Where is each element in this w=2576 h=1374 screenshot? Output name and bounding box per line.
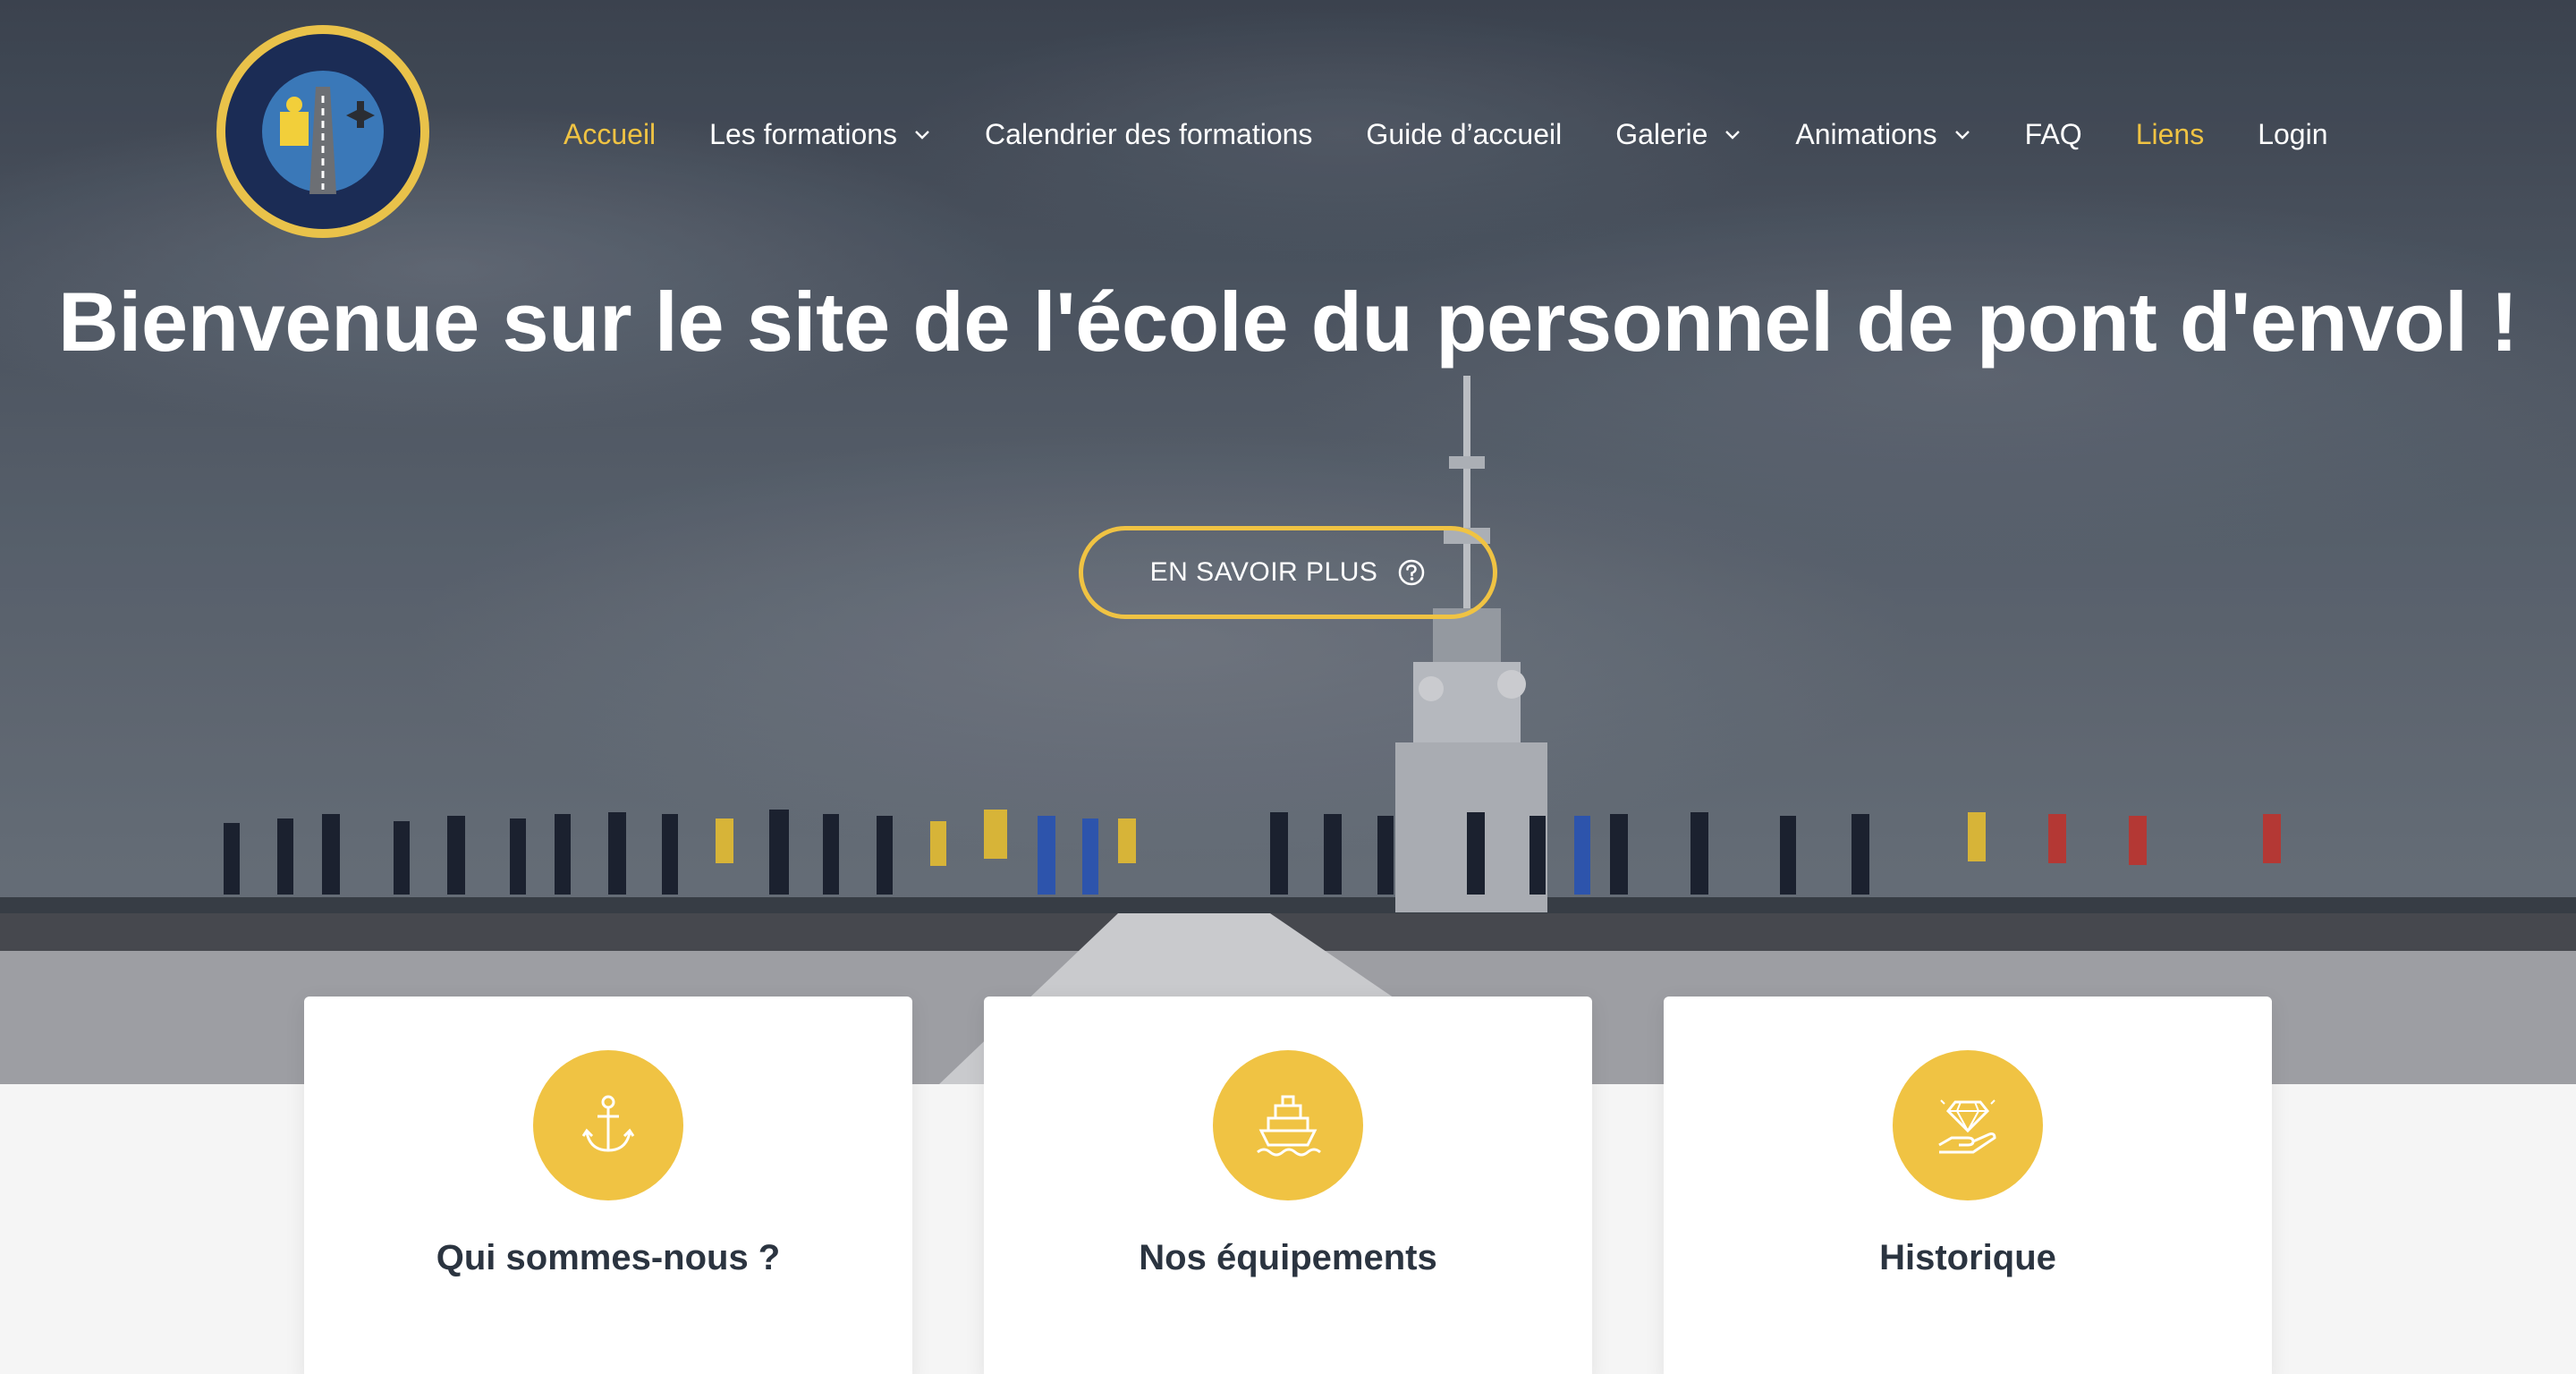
cta-label: EN SAVOIR PLUS — [1149, 557, 1378, 587]
nav-item-galerie[interactable]: Galerie — [1615, 118, 1741, 151]
card-historique[interactable]: Historique — [1664, 997, 2272, 1374]
chevron-down-icon — [1724, 125, 1741, 143]
card-qui-sommes-nous[interactable]: Qui sommes-nous ? — [304, 997, 912, 1374]
en-savoir-plus-button[interactable]: EN SAVOIR PLUS — [1079, 526, 1497, 619]
chevron-down-icon — [913, 125, 931, 143]
flight-deck-badge-icon — [262, 71, 384, 194]
nav-item-animations[interactable]: Animations — [1795, 118, 1970, 151]
logo-emblem — [225, 34, 420, 229]
nav-label: Calendrier des formations — [985, 117, 1313, 150]
nav-label: FAQ — [2024, 117, 2082, 150]
nav-label: Les formations — [709, 117, 898, 150]
diamond-hand-icon-badge — [1893, 1050, 2043, 1200]
diamond-hand-icon — [1938, 1099, 1996, 1154]
nav-item-guide-accueil[interactable]: Guide d’accueil — [1366, 118, 1562, 151]
anchor-icon — [581, 1095, 635, 1152]
hero-title: Bienvenue sur le site de l'école du pers… — [57, 275, 2519, 369]
card-nos-equipements[interactable]: Nos équipements — [984, 997, 1592, 1374]
nav-label: Animations — [1795, 117, 1937, 150]
chevron-down-icon — [1953, 125, 1971, 143]
nav-item-les-formations[interactable]: Les formations — [709, 118, 931, 151]
nav-item-liens[interactable]: Liens — [2136, 118, 2205, 151]
card-title: Historique — [1879, 1238, 2056, 1277]
nav-label: Accueil — [564, 117, 657, 150]
main-nav: Accueil Les formations Calendrier des fo… — [564, 109, 2327, 159]
nav-item-accueil[interactable]: Accueil — [564, 118, 656, 151]
site-logo[interactable] — [216, 25, 429, 238]
nav-label: Liens — [2135, 117, 2205, 150]
nav-label: Login — [2258, 117, 2328, 150]
question-circle-icon — [1399, 559, 1425, 586]
nav-item-login[interactable]: Login — [2258, 118, 2327, 151]
card-title: Qui sommes-nous ? — [436, 1238, 781, 1277]
card-title: Nos équipements — [1139, 1238, 1437, 1277]
nav-item-calendrier[interactable]: Calendrier des formations — [985, 118, 1312, 151]
nav-label: Galerie — [1615, 117, 1708, 150]
nav-item-faq[interactable]: FAQ — [2025, 118, 2082, 151]
anchor-icon-badge — [533, 1050, 683, 1200]
ship-icon-badge — [1213, 1050, 1363, 1200]
ship-icon — [1257, 1095, 1321, 1157]
nav-label: Guide d’accueil — [1366, 117, 1563, 150]
